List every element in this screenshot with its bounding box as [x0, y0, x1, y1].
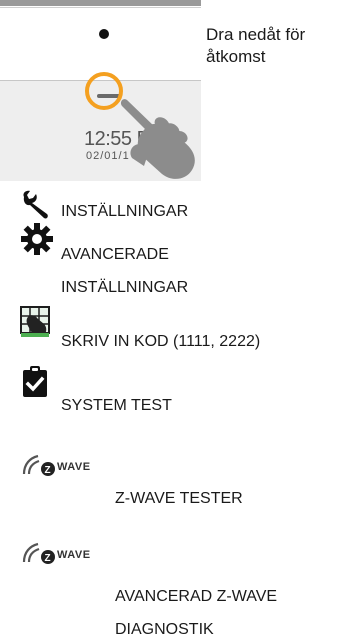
- menu-item-advanced-settings[interactable]: AVANCERADE INSTÄLLNINGAR: [61, 241, 188, 302]
- menu-item-enter-code[interactable]: SKRIV IN KOD (1111, 2222): [61, 328, 260, 356]
- menu-item-advanced-settings-line-1: AVANCERADE: [61, 246, 169, 263]
- menu-item-advanced-zwave-diagnostics-line-1: AVANCERAD Z-WAVE: [115, 588, 278, 605]
- instruction-line-1: Dra nedåt för: [206, 25, 306, 44]
- wrench-icon: [23, 190, 48, 219]
- clipboard-check-icon: [23, 366, 47, 397]
- svg-text:Z: Z: [45, 553, 51, 564]
- menu-item-zwave-tester[interactable]: Z-WAVE TESTER: [115, 485, 243, 513]
- menu-item-advanced-zwave-diagnostics[interactable]: AVANCERAD Z-WAVE DIAGNOSTIK: [115, 583, 277, 644]
- menu-item-system-test[interactable]: SYSTEM TEST: [61, 392, 172, 420]
- zwave-logo-icon: Z WAVE: [20, 540, 110, 564]
- zwave-logo-text: WAVE: [57, 549, 91, 561]
- menu-item-advanced-settings-line-2: INSTÄLLNINGAR: [61, 279, 189, 296]
- pointing-hand-icon: [120, 99, 195, 179]
- zwave-logo-text: WAVE: [57, 461, 91, 473]
- menu-item-advanced-zwave-diagnostics-line-2: DIAGNOSTIK: [115, 621, 214, 638]
- instruction-line-2: åtkomst: [206, 47, 266, 66]
- keypad-hand-icon: [20, 306, 50, 337]
- device-top-bar: [0, 0, 201, 6]
- menu-item-settings[interactable]: INSTÄLLNINGAR: [61, 198, 188, 226]
- gear-icon: [21, 223, 53, 255]
- instruction-text: Dra nedåt för åtkomst: [206, 24, 346, 68]
- camera-dot: [99, 29, 109, 39]
- svg-text:Z: Z: [45, 465, 51, 476]
- device-panel: [0, 8, 201, 80]
- zwave-logo-icon: Z WAVE: [20, 452, 110, 476]
